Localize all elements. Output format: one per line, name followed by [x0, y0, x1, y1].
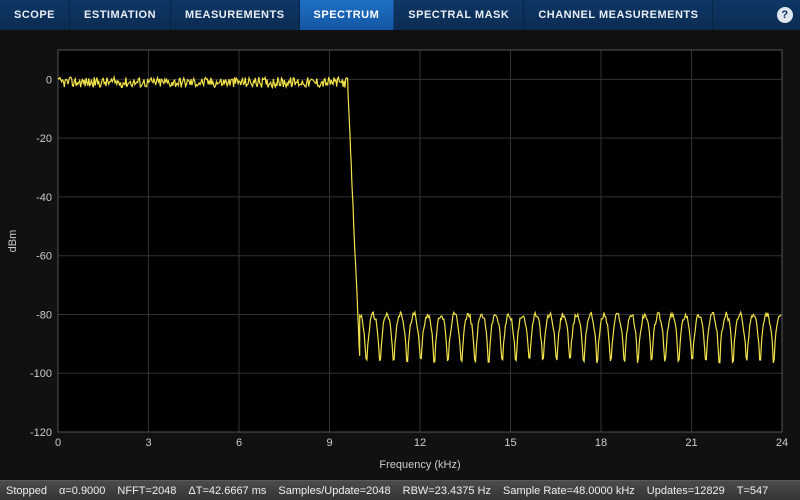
status-bar: Stopped α=0.9000 NFFT=2048 ΔT=42.6667 ms… — [0, 480, 800, 500]
status-spu: Samples/Update=2048 — [278, 485, 390, 497]
status-t: T=547 — [737, 485, 769, 497]
svg-text:12: 12 — [414, 437, 426, 449]
spectrum-plot[interactable]: 0 3 6 9 12 15 18 21 24 -120 -100 -80 -60 -40 -20 0 Frequ… — [0, 30, 800, 480]
help-icon: ? — [777, 7, 793, 23]
tab-scope[interactable]: SCOPE — [0, 0, 70, 30]
svg-text:18: 18 — [595, 437, 607, 449]
tab-label: ESTIMATION — [84, 9, 156, 21]
chart-svg: 0 3 6 9 12 15 18 21 24 -120 -100 -80 -60 -40 -20 0 Frequ… — [0, 30, 800, 480]
tab-label: SCOPE — [14, 9, 55, 21]
status-srate: Sample Rate=48.0000 kHz — [503, 485, 635, 497]
svg-text:dBm: dBm — [7, 230, 19, 253]
status-state: Stopped — [6, 485, 47, 497]
tab-spacer — [713, 0, 770, 30]
tab-bar: SCOPE ESTIMATION MEASUREMENTS SPECTRUM S… — [0, 0, 800, 30]
svg-text:0: 0 — [46, 74, 52, 86]
status-rbw: RBW=23.4375 Hz — [403, 485, 491, 497]
status-alpha: α=0.9000 — [59, 485, 105, 497]
status-nfft: NFFT=2048 — [117, 485, 176, 497]
tab-label: CHANNEL MEASUREMENTS — [538, 9, 698, 21]
tab-channel-measurements[interactable]: CHANNEL MEASUREMENTS — [524, 0, 713, 30]
svg-text:Frequency (kHz): Frequency (kHz) — [379, 459, 460, 471]
tab-spectrum[interactable]: SPECTRUM — [300, 0, 395, 30]
tab-spectral-mask[interactable]: SPECTRAL MASK — [394, 0, 524, 30]
svg-text:-100: -100 — [30, 368, 52, 380]
svg-text:15: 15 — [504, 437, 516, 449]
status-dt: ΔT=42.6667 ms — [188, 485, 266, 497]
tab-label: SPECTRAL MASK — [408, 9, 509, 21]
svg-text:6: 6 — [236, 437, 242, 449]
svg-text:-40: -40 — [36, 192, 52, 204]
svg-text:-120: -120 — [30, 427, 52, 439]
tab-label: SPECTRUM — [314, 9, 380, 21]
svg-text:0: 0 — [55, 437, 61, 449]
svg-text:-60: -60 — [36, 251, 52, 263]
tab-label: MEASUREMENTS — [185, 9, 285, 21]
svg-text:-20: -20 — [36, 133, 52, 145]
svg-text:24: 24 — [776, 437, 788, 449]
svg-text:3: 3 — [145, 437, 151, 449]
status-updates: Updates=12829 — [647, 485, 725, 497]
svg-text:21: 21 — [685, 437, 697, 449]
tab-estimation[interactable]: ESTIMATION — [70, 0, 171, 30]
tab-measurements[interactable]: MEASUREMENTS — [171, 0, 300, 30]
help-button[interactable]: ? — [770, 0, 800, 30]
svg-text:-80: -80 — [36, 309, 52, 321]
svg-text:9: 9 — [326, 437, 332, 449]
